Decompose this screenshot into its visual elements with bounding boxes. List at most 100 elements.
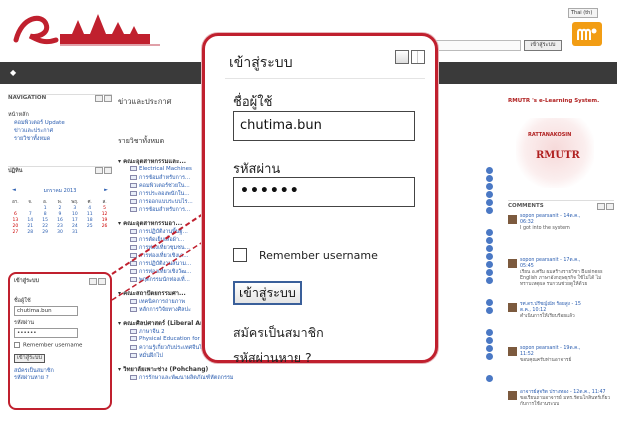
course-link[interactable]: พฤติกรรมนักท่องเที่... (130, 276, 190, 284)
course-link[interactable]: การท่องเที่ยวเชิงวัฒ... (130, 268, 191, 276)
course-link[interactable]: ภาษาจีน 2 (130, 328, 165, 336)
info-icon[interactable] (486, 269, 493, 276)
course-link[interactable]: การปฏิบัติงานพื้นฐ... (130, 228, 188, 236)
course-icon (130, 336, 137, 341)
course-name: การรักษาและพัฒนาผลิตภัณฑ์หัตถกรรม (139, 375, 234, 381)
info-icon[interactable] (486, 237, 493, 244)
header-login-button[interactable]: เข้าสู่ระบบ (524, 40, 562, 51)
info-icon[interactable] (486, 261, 493, 268)
calendar-date[interactable]: 13 (8, 218, 23, 223)
calendar-date[interactable]: 19 (97, 218, 112, 223)
calendar-date[interactable]: 14 (23, 218, 38, 223)
calendar-date[interactable]: 28 (23, 230, 38, 235)
info-icon[interactable] (486, 183, 493, 190)
calendar-date[interactable]: 9 (53, 212, 68, 217)
calendar-date[interactable]: 30 (53, 230, 68, 235)
info-icon[interactable] (486, 337, 493, 344)
info-icon[interactable] (486, 175, 493, 182)
info-icon[interactable] (486, 191, 493, 198)
course-link[interactable]: หมั่นฝึกไป (130, 352, 163, 360)
calendar-date[interactable]: 15 (38, 218, 53, 223)
calendar-date[interactable]: 6 (8, 212, 23, 217)
calendar-date[interactable]: 27 (8, 230, 23, 235)
course-link[interactable]: เทคนิคการถ่ายภาพ (130, 298, 185, 306)
course-name: การซ้อมสำหรับการ... (139, 207, 191, 213)
calendar-date[interactable]: 23 (53, 224, 68, 229)
header-login-input[interactable] (435, 40, 521, 51)
calendar-date[interactable]: 7 (23, 212, 38, 217)
calendar-date[interactable]: 29 (38, 230, 53, 235)
course-link[interactable]: คอมพิวเตอร์ช่วยใน... (130, 182, 190, 190)
nav-item-news[interactable]: ข่าวและประกาศ (8, 127, 112, 135)
home-icon[interactable]: ◆ (10, 69, 18, 77)
calendar-date[interactable]: 8 (38, 212, 53, 217)
course-link[interactable]: การตัดเย็บเสื้อผ้า... (130, 236, 184, 244)
nav-item-computer-update[interactable]: คอมพิวเตอร์ Update (8, 119, 112, 127)
info-icon[interactable] (486, 277, 493, 284)
calendar-date[interactable]: 2 (53, 206, 68, 211)
course-link[interactable]: การซ้อมสำหรับการ... (130, 206, 190, 214)
nav-item-all-courses[interactable]: รายวิชาทั้งหมด (8, 135, 112, 143)
language-select[interactable]: Thai (th) (568, 8, 598, 18)
dock-icon[interactable] (94, 95, 112, 103)
rmutr-logo: RATTANAKOSIN RMUTR (516, 118, 594, 188)
calendar-date[interactable]: 4 (82, 206, 97, 211)
nav-item-home[interactable]: หน้าหลัก (8, 111, 112, 119)
calendar-date[interactable]: 20 (8, 224, 23, 229)
remember-checkbox[interactable] (233, 248, 247, 262)
calendar-prev[interactable]: ◄ (12, 187, 16, 195)
course-link[interactable]: การท่องเที่ยวเชิงเก... (130, 252, 189, 260)
calendar-date[interactable]: 3 (67, 206, 82, 211)
calendar-date[interactable]: 31 (67, 230, 82, 235)
course-link[interactable]: การประลองพนักใน... (130, 190, 190, 198)
avatar (508, 391, 517, 400)
info-icon[interactable] (486, 345, 493, 352)
course-icon (130, 191, 137, 196)
info-icon[interactable] (486, 229, 493, 236)
info-icon[interactable] (486, 253, 493, 260)
dock-icon[interactable] (94, 167, 112, 175)
course-link[interactable]: การออกแบบระบบไร... (130, 198, 193, 206)
info-icon[interactable] (486, 353, 493, 360)
course-link[interactable]: การซ้อมสำหรับการ... (130, 174, 190, 182)
calendar-date[interactable]: 26 (97, 224, 112, 229)
calendar-date[interactable]: 1 (38, 206, 53, 211)
calendar-date[interactable]: 22 (38, 224, 53, 229)
course-link[interactable]: Electrical Machines (130, 166, 192, 172)
calendar-date (82, 230, 97, 235)
calendar-next[interactable]: ► (104, 187, 108, 195)
calendar-date[interactable]: 11 (82, 212, 97, 217)
moodle-icon (572, 22, 602, 46)
signup-link[interactable]: สมัครเป็นสมาชิก (233, 323, 324, 343)
info-icon[interactable] (486, 199, 493, 206)
info-icon[interactable] (486, 299, 493, 306)
dock-icon[interactable] (393, 50, 427, 66)
course-link[interactable]: หลักการวิจัยทางศิลปะ (130, 306, 191, 314)
comment-text: ขอเรียนถามอาจารย์ มทร.รัตนโกสินทร์เกี่ยว… (520, 396, 611, 407)
calendar-date[interactable]: 16 (53, 218, 68, 223)
info-icon[interactable] (486, 245, 493, 252)
course-link[interactable]: การรักษาและพัฒนาผลิตภัณฑ์หัตถกรรม (130, 374, 234, 382)
course-icon (130, 245, 137, 250)
course-icon (130, 199, 137, 204)
forgot-password-link[interactable]: รหัสผ่านหาย ? (233, 348, 312, 368)
calendar-date[interactable]: 24 (67, 224, 82, 229)
username-input[interactable]: chutima.bun (233, 111, 415, 141)
dock-icon[interactable] (596, 203, 614, 211)
course-link[interactable]: การปฏิบัติงานสนาม... (130, 260, 191, 268)
calendar-date[interactable]: 5 (97, 206, 112, 211)
calendar-date[interactable]: 21 (23, 224, 38, 229)
calendar-date[interactable]: 25 (82, 224, 97, 229)
calendar-date[interactable]: 17 (67, 218, 82, 223)
calendar-date[interactable]: 18 (82, 218, 97, 223)
calendar-date[interactable]: 10 (67, 212, 82, 217)
calendar-date[interactable]: 12 (97, 212, 112, 217)
info-icon[interactable] (486, 207, 493, 214)
password-input[interactable]: •••••• (233, 177, 415, 207)
info-icon[interactable] (486, 375, 493, 382)
info-icon[interactable] (486, 329, 493, 336)
info-icon[interactable] (486, 307, 493, 314)
info-icon[interactable] (486, 167, 493, 174)
login-button[interactable]: เข้าสู่ระบบ (233, 281, 302, 305)
course-link[interactable]: การท่องเที่ยวชุมชน... (130, 244, 190, 252)
